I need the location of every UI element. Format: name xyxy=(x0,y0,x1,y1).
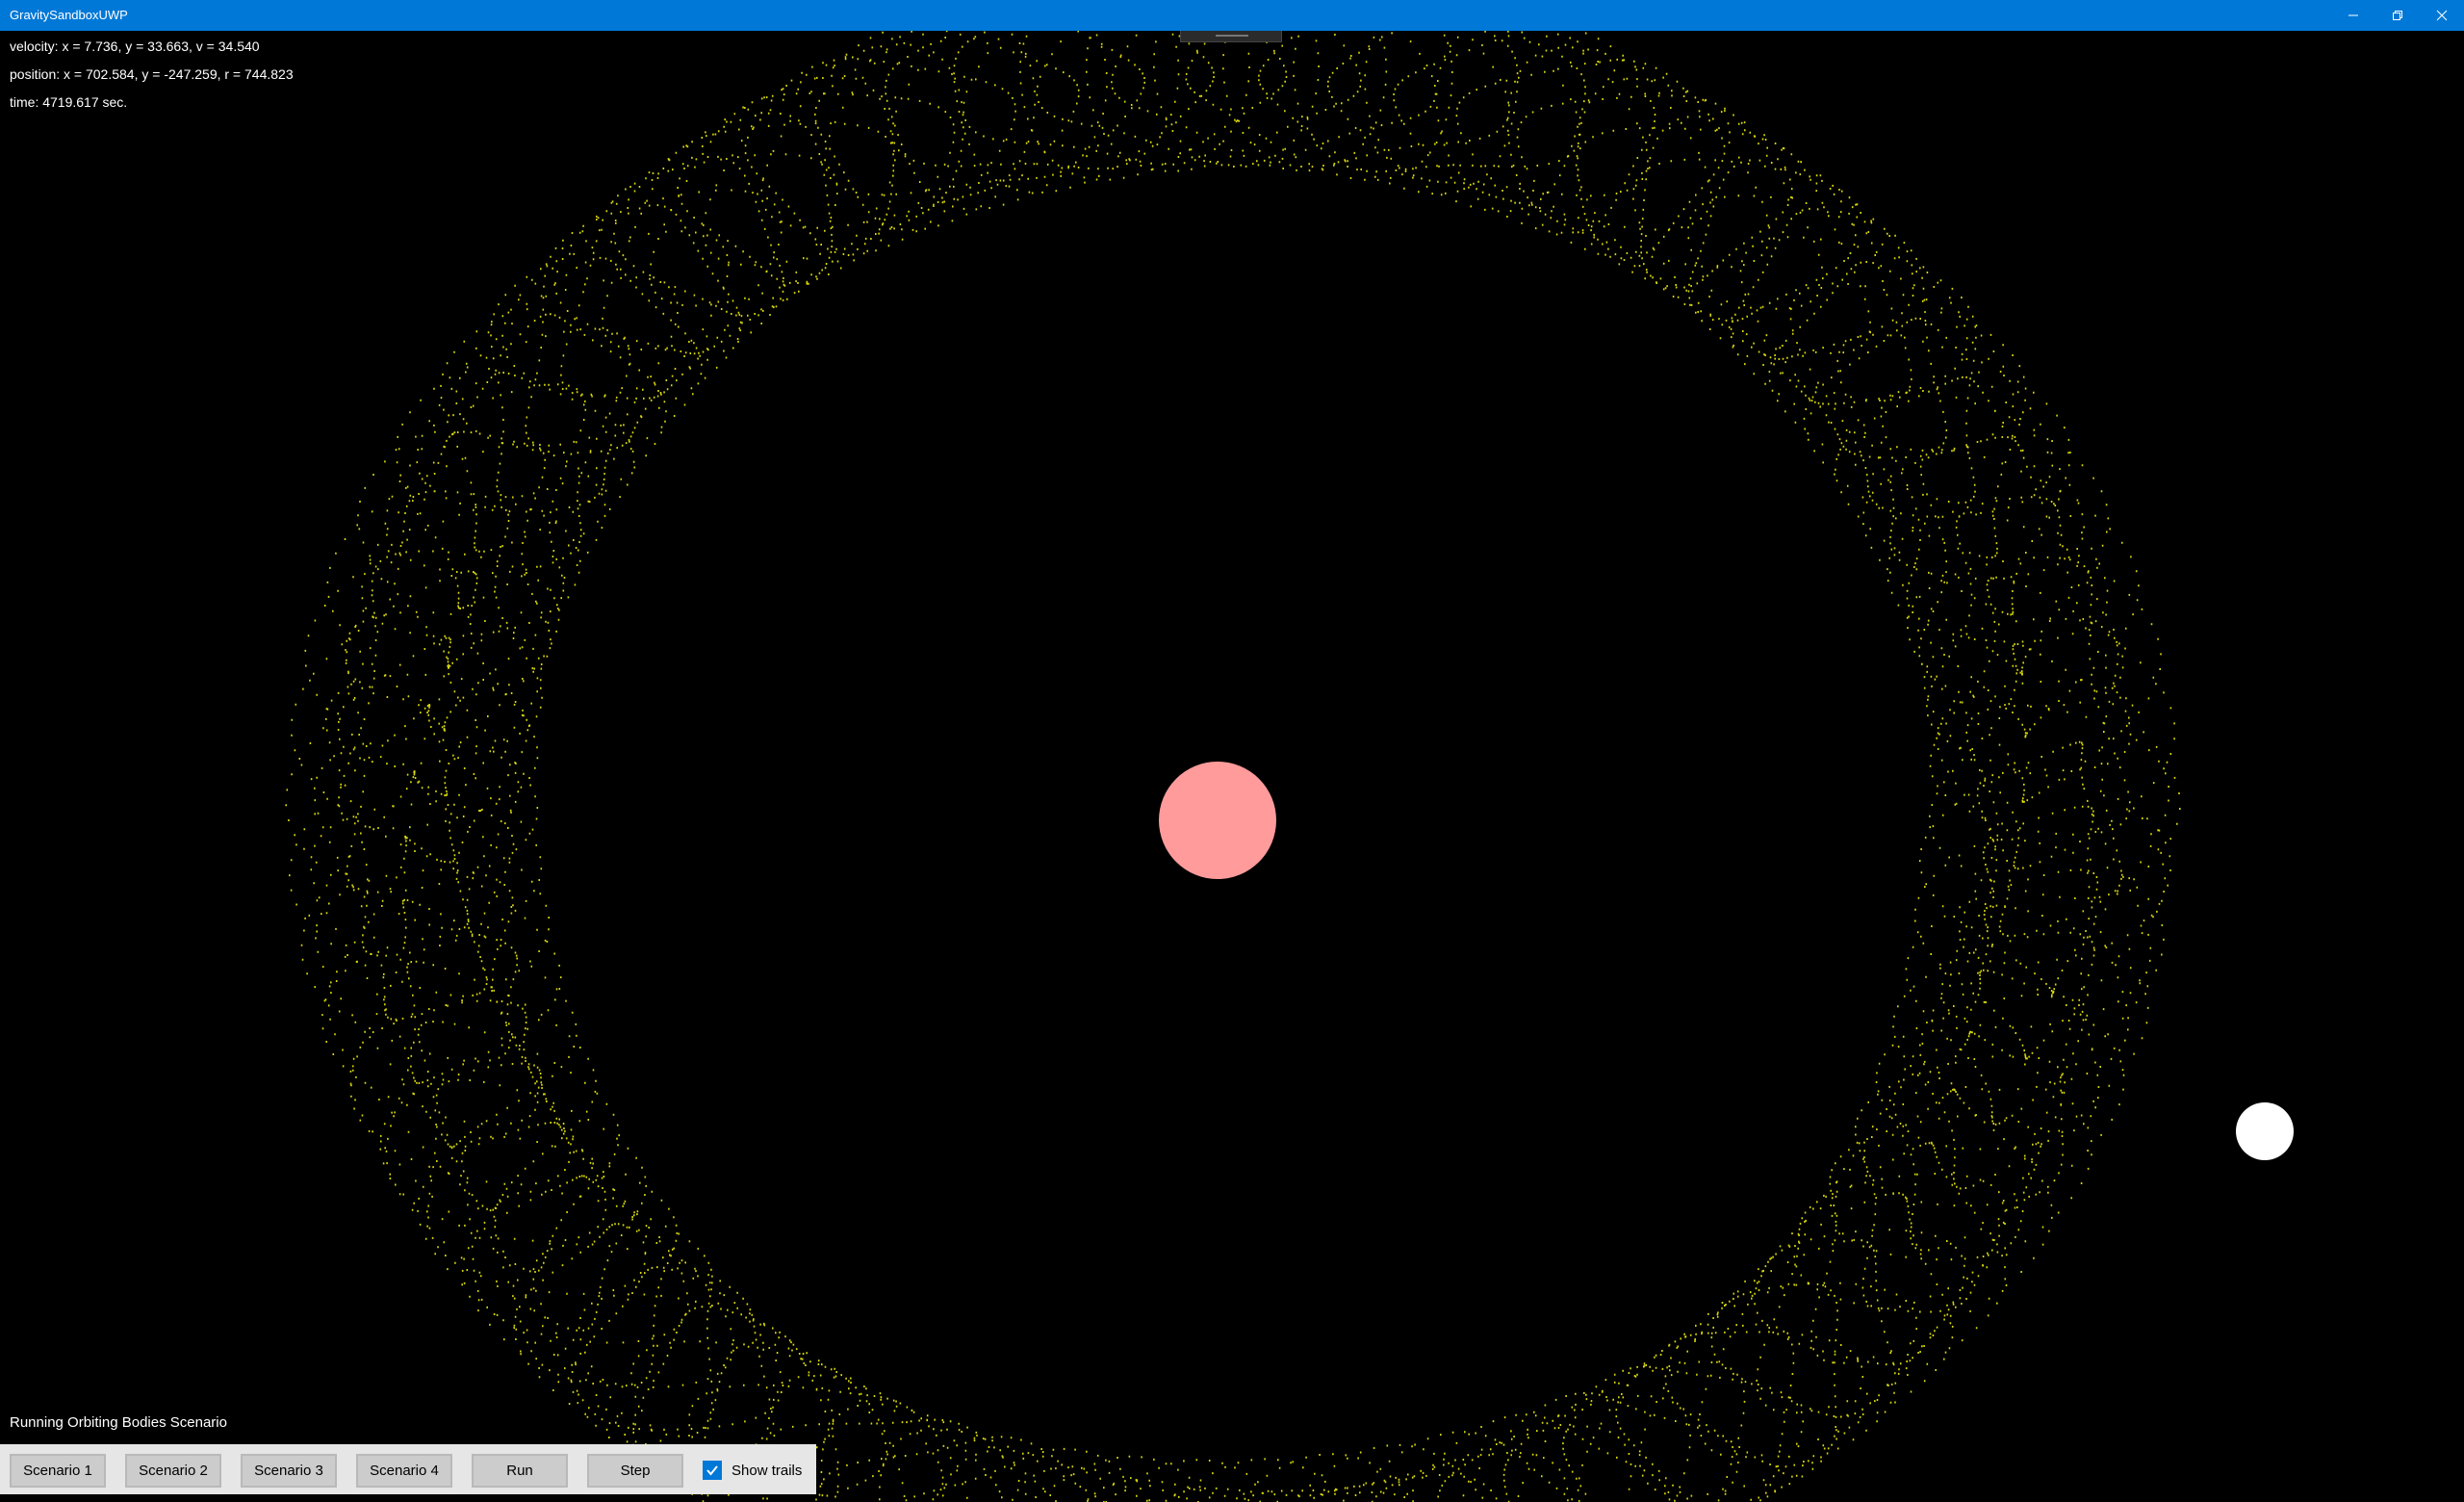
position-readout: position: x = 702.584, y = -247.259, r =… xyxy=(10,66,294,82)
drag-handle[interactable] xyxy=(1180,31,1282,42)
show-trails-checkbox[interactable] xyxy=(703,1461,722,1480)
step-button[interactable]: Step xyxy=(587,1454,683,1488)
minimize-button[interactable] xyxy=(2331,0,2375,31)
window-title: GravitySandboxUWP xyxy=(10,8,128,22)
simulation-canvas[interactable]: velocity: x = 7.736, y = 33.663, v = 34.… xyxy=(0,31,2464,1502)
scenario-4-button[interactable]: Scenario 4 xyxy=(356,1454,452,1488)
restore-button[interactable] xyxy=(2375,0,2420,31)
minimize-icon xyxy=(2348,14,2358,16)
velocity-readout: velocity: x = 7.736, y = 33.663, v = 34.… xyxy=(10,39,260,54)
scenario-1-button[interactable]: Scenario 1 xyxy=(10,1454,106,1488)
title-bar[interactable]: GravitySandboxUWP xyxy=(0,0,2464,31)
toolbar: Scenario 1 Scenario 2 Scenario 3 Scenari… xyxy=(0,1444,816,1494)
bodies-layer xyxy=(1159,762,2294,1160)
show-trails-toggle[interactable]: Show trails xyxy=(703,1458,802,1483)
central-body xyxy=(1159,762,1276,879)
checkmark-icon xyxy=(706,1465,718,1476)
show-trails-label: Show trails xyxy=(732,1462,803,1479)
time-readout: time: 4719.617 sec. xyxy=(10,94,128,110)
run-button[interactable]: Run xyxy=(472,1454,568,1488)
scenario-2-button[interactable]: Scenario 2 xyxy=(125,1454,221,1488)
close-icon xyxy=(2436,10,2448,21)
restore-icon xyxy=(2393,11,2402,20)
status-text: Running Orbiting Bodies Scenario xyxy=(10,1414,227,1431)
orbiting-body xyxy=(2236,1102,2294,1160)
scenario-3-button[interactable]: Scenario 3 xyxy=(241,1454,337,1488)
close-button[interactable] xyxy=(2420,0,2464,31)
